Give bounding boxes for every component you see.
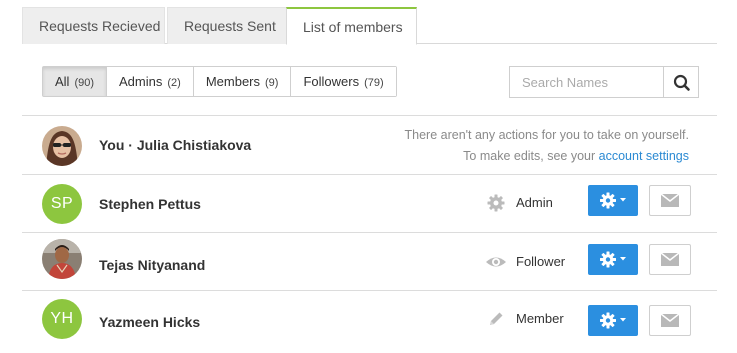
gear-icon [487,194,505,212]
member-role: Follower [516,254,566,269]
member-name: Yazmeen Hicks [99,314,201,330]
member-row: SP Stephen Pettus Admin [22,174,717,232]
eye-icon [486,257,506,267]
gear-icon [600,251,626,268]
avatar: SP [42,184,82,224]
avatar: YH [42,299,82,339]
member-settings-button[interactable] [588,244,638,275]
filter-admins[interactable]: Admins (2) [107,67,194,96]
filter-followers-label: Followers [303,74,360,89]
member-settings-button[interactable] [588,185,638,216]
envelope-icon [660,252,680,266]
message-button[interactable] [649,305,691,336]
message-button[interactable] [649,244,691,275]
member-filter-group: All (90) Admins (2) Members (9) Followers (7… [42,66,397,97]
user-photo-icon [42,239,82,279]
search-box [509,66,699,98]
member-role: Member [516,311,564,326]
search-button[interactable] [663,66,699,98]
member-role: Admin [516,195,553,210]
filter-members-count: (9) [265,77,279,89]
filter-admins-count: (2) [167,77,181,89]
avatar [42,126,82,166]
gear-icon [600,312,626,329]
filter-all-count: (90) [74,77,95,89]
self-note-line2: To make edits, see your [463,149,596,163]
member-name: Tejas Nityanand [99,257,206,273]
filter-all[interactable]: All (90) [43,67,108,96]
gear-icon [600,192,626,209]
filter-followers-count: (79) [364,77,384,89]
member-name: Stephen Pettus [99,196,201,212]
member-row-self: You · Julia Chistiakova There aren't any… [22,115,717,174]
member-row: YH Yazmeen Hicks Member [22,290,717,353]
search-input[interactable] [509,66,664,98]
tab-bar: Requests Recieved Requests Sent List of … [22,0,717,45]
tab-requests-received[interactable]: Requests Recieved [22,7,165,44]
filter-followers[interactable]: Followers (79) [291,67,396,96]
filter-admins-label: Admins [119,74,163,89]
search-icon [673,74,690,91]
member-name: You · Julia Chistiakova [99,137,252,153]
tab-list-of-members[interactable]: List of members [286,7,417,45]
pencil-icon [490,312,503,325]
message-button[interactable] [649,185,691,216]
filter-members[interactable]: Members (9) [193,67,292,96]
tab-requests-sent[interactable]: Requests Sent [167,7,305,44]
envelope-icon [660,193,680,207]
account-settings-link[interactable]: account settings [599,149,689,163]
avatar [42,239,82,279]
member-settings-button[interactable] [588,305,638,336]
filter-members-label: Members [205,74,261,89]
member-row: Tejas Nityanand Follower [22,232,717,290]
self-note-line1: There aren't any actions for you to take… [404,128,690,142]
envelope-icon [660,313,680,327]
self-actions-note: There aren't any actions for you to take… [405,125,690,167]
filter-all-label: All [55,74,70,89]
user-photo-icon [42,126,82,166]
self-note-line2-wrap: To make edits, see your account settings [405,146,689,167]
